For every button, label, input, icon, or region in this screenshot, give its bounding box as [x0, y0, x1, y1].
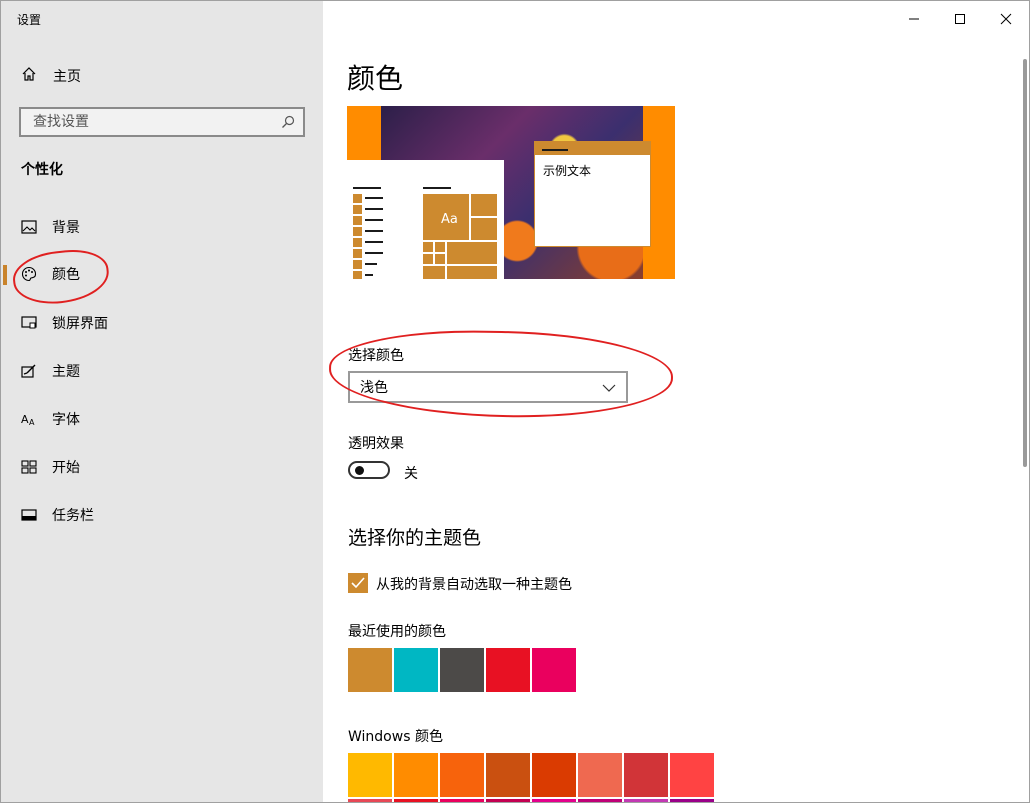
- color-swatch[interactable]: [578, 753, 622, 797]
- sidebar-item-label: 背景: [52, 220, 80, 236]
- sidebar: 设置 主页 个性化 背景 颜色: [1, 1, 323, 802]
- preview-sample-text: 示例文本: [543, 164, 592, 178]
- color-swatch[interactable]: [532, 799, 576, 802]
- sidebar-item-fonts[interactable]: AA 字体: [1, 401, 323, 437]
- color-preview: Aa 示例文本: [347, 106, 675, 279]
- sidebar-item-label: 任务栏: [52, 508, 94, 524]
- image-icon: [21, 219, 37, 235]
- recent-colors-row: [348, 648, 576, 692]
- color-swatch[interactable]: [440, 753, 484, 797]
- color-swatch[interactable]: [348, 648, 392, 692]
- color-swatch[interactable]: [624, 799, 668, 802]
- color-swatch[interactable]: [532, 648, 576, 692]
- sidebar-item-label: 开始: [52, 460, 80, 476]
- sidebar-item-background[interactable]: 背景: [1, 209, 323, 245]
- settings-window: 设置 主页 个性化 背景 颜色: [0, 0, 1030, 803]
- preview-sample-window: 示例文本: [534, 141, 651, 247]
- auto-accent-checkbox[interactable]: [348, 573, 368, 593]
- sidebar-item-home[interactable]: 主页: [21, 65, 81, 87]
- color-swatch[interactable]: [486, 648, 530, 692]
- sidebar-item-start[interactable]: 开始: [1, 449, 323, 485]
- transparency-toggle[interactable]: [348, 461, 390, 479]
- search-input[interactable]: [31, 113, 275, 131]
- taskbar-icon: [21, 507, 37, 523]
- toggle-knob: [355, 466, 364, 475]
- accent-color-title: 选择你的主题色: [348, 527, 482, 549]
- lock-screen-icon: [21, 315, 37, 331]
- svg-text:A: A: [29, 418, 35, 426]
- scrollbar[interactable]: [1023, 59, 1027, 467]
- color-swatch[interactable]: [624, 753, 668, 797]
- start-icon: [21, 459, 37, 475]
- sidebar-item-label: 锁屏界面: [52, 316, 108, 332]
- windows-colors-row: [348, 799, 714, 802]
- sidebar-item-taskbar[interactable]: 任务栏: [1, 497, 323, 533]
- font-icon: AA: [21, 411, 37, 427]
- sidebar-item-lock-screen[interactable]: 锁屏界面: [1, 305, 323, 341]
- color-swatch[interactable]: [578, 799, 622, 802]
- transparency-state: 关: [404, 466, 418, 482]
- windows-colors-label: Windows 颜色: [348, 729, 443, 745]
- color-swatch[interactable]: [440, 799, 484, 802]
- home-icon: [21, 66, 37, 86]
- window-title: 设置: [17, 13, 42, 27]
- checkmark-icon: [351, 574, 365, 593]
- color-swatch[interactable]: [348, 753, 392, 797]
- color-swatch[interactable]: [486, 799, 530, 802]
- color-swatch[interactable]: [440, 648, 484, 692]
- preview-start-menu: Aa: [347, 160, 504, 279]
- preview-tile: Aa: [423, 194, 469, 240]
- theme-icon: [21, 363, 37, 379]
- sidebar-item-label: 主题: [52, 364, 80, 380]
- sidebar-item-label: 字体: [52, 412, 80, 428]
- color-swatch[interactable]: [670, 799, 714, 802]
- color-swatch[interactable]: [348, 799, 392, 802]
- sidebar-item-themes[interactable]: 主题: [1, 353, 323, 389]
- annotation-circle: [328, 328, 674, 420]
- color-swatch[interactable]: [532, 753, 576, 797]
- color-swatch[interactable]: [394, 799, 438, 802]
- preview-tile-text: Aa: [441, 212, 458, 227]
- sidebar-home-label: 主页: [53, 69, 81, 85]
- windows-colors-row: [348, 753, 714, 797]
- color-swatch[interactable]: [394, 648, 438, 692]
- svg-text:A: A: [21, 413, 29, 426]
- main-content: 颜色 Aa 示例文本 选择颜色 浅色 透明效果 关 选择你的主题色 从我的背景自…: [323, 1, 1023, 802]
- page-title: 颜色: [347, 62, 404, 95]
- transparency-label: 透明效果: [348, 436, 404, 452]
- recent-colors-label: 最近使用的颜色: [348, 624, 446, 640]
- color-swatch[interactable]: [486, 753, 530, 797]
- search-icon[interactable]: [281, 115, 295, 129]
- search-box[interactable]: [19, 107, 305, 137]
- color-swatch[interactable]: [670, 753, 714, 797]
- color-swatch[interactable]: [394, 753, 438, 797]
- auto-accent-label: 从我的背景自动选取一种主题色: [376, 577, 572, 593]
- section-title: 个性化: [21, 162, 63, 178]
